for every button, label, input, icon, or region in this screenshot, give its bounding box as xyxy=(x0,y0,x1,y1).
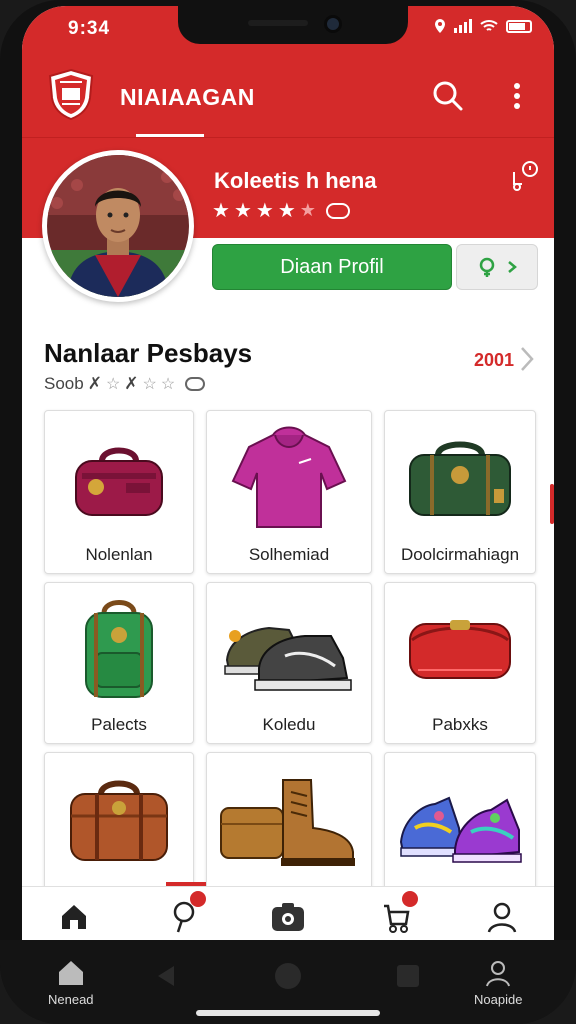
bottom-nav xyxy=(22,886,554,946)
product-label: Koledu xyxy=(262,715,316,734)
star-outline-icon: ☆ xyxy=(160,376,176,393)
system-home[interactable]: Nenead xyxy=(48,958,94,1007)
app-bar: NIAIAAGAN xyxy=(22,56,554,138)
star-filled-icon: ★ xyxy=(277,200,296,222)
duffel-bag-icon xyxy=(75,447,163,516)
star-filled-icon: ★ xyxy=(212,200,230,222)
profile-secondary-button[interactable] xyxy=(456,244,538,290)
star-outline-icon: ☆ xyxy=(105,376,121,393)
product-label: Pabxks xyxy=(432,715,488,734)
person-icon xyxy=(486,961,511,987)
verified-badge-icon xyxy=(325,202,350,219)
status-bar: 9:34 xyxy=(22,6,554,56)
product-card[interactable] xyxy=(44,752,194,892)
nav-profile[interactable] xyxy=(482,895,522,939)
section-subtitle: Soob ✗ ☆ ✗ ☆ ☆ xyxy=(44,374,206,394)
speaker-grille xyxy=(248,20,308,26)
product-card[interactable]: Koledu xyxy=(206,582,372,744)
profile-primary-button[interactable]: Diaan Profil xyxy=(212,244,452,290)
star-outline-icon: ★ xyxy=(299,200,316,220)
camera-notch xyxy=(178,6,408,44)
status-time: 9:34 xyxy=(68,18,111,39)
product-card[interactable]: Palects xyxy=(44,582,194,744)
camera-icon xyxy=(272,903,304,931)
phone-frame: 9:34 NIAIAAGAN Koleetis h hena ★ ★ ★ ★ ★… xyxy=(0,0,576,1024)
key-search-icon xyxy=(479,257,495,277)
product-card[interactable] xyxy=(384,752,536,892)
status-icons xyxy=(434,18,532,34)
avatar[interactable] xyxy=(42,150,194,302)
player-portrait xyxy=(47,155,189,297)
nav-home[interactable] xyxy=(54,895,94,939)
product-card[interactable]: Solhemiad xyxy=(206,410,372,574)
badge-icon xyxy=(185,377,206,391)
hoodie-icon xyxy=(231,426,347,528)
x-icon: ✗ xyxy=(124,374,139,393)
home-circle-icon[interactable] xyxy=(274,962,302,990)
recents-square-icon[interactable] xyxy=(396,964,420,988)
search-icon[interactable] xyxy=(430,78,466,114)
section-subtitle-text: Soob xyxy=(44,374,84,393)
chevron-right-icon[interactable] xyxy=(518,344,536,374)
cart-badge xyxy=(402,891,418,907)
system-profile-label: Noapide xyxy=(474,992,523,1007)
star-filled-icon: ★ xyxy=(233,200,252,222)
active-tab-underline xyxy=(136,134,204,137)
star-filled-icon: ★ xyxy=(255,200,274,222)
system-navigation-bar: Nenead Noapide xyxy=(0,940,576,1024)
app-screen: 9:34 NIAIAAGAN Koleetis h hena ★ ★ ★ ★ ★… xyxy=(22,6,554,1018)
club-crest-icon[interactable] xyxy=(46,68,96,120)
nav-notifications[interactable] xyxy=(164,891,206,939)
nav-cart[interactable] xyxy=(376,891,418,939)
product-card[interactable]: Pabxks xyxy=(384,582,536,744)
travel-bag-icon xyxy=(409,441,511,516)
star-outline-icon: ☆ xyxy=(142,376,157,393)
chevron-right-icon xyxy=(508,261,517,273)
home-icon xyxy=(62,905,86,929)
product-label: Solhemiad xyxy=(248,545,330,564)
backpack-icon xyxy=(85,600,153,698)
signal-icon xyxy=(454,19,472,33)
product-card[interactable]: Nolenlan xyxy=(44,410,194,574)
more-vertical-icon[interactable] xyxy=(502,78,532,114)
product-card[interactable] xyxy=(206,752,372,892)
person-icon xyxy=(487,902,517,933)
front-camera-icon xyxy=(324,15,342,33)
sneakers-icon xyxy=(224,626,352,691)
back-triangle-icon[interactable] xyxy=(156,964,176,988)
section-count[interactable]: 2001 xyxy=(474,350,514,371)
wifi-icon xyxy=(480,20,498,31)
x-icon: ✗ xyxy=(87,374,102,393)
colorful-sneakers-icon xyxy=(399,796,522,863)
pouch-bag-icon xyxy=(409,620,511,679)
product-label: Doolcirmahiagn xyxy=(400,545,520,564)
satchel-icon xyxy=(70,780,168,861)
app-title: NIAIAAGAN xyxy=(120,84,255,110)
battery-icon xyxy=(506,19,532,33)
nav-camera[interactable] xyxy=(268,895,308,939)
home-icon xyxy=(58,961,83,985)
product-label: Palects xyxy=(91,715,147,734)
section-title: Nanlaar Pesbays xyxy=(44,338,253,368)
product-label: Nolenlan xyxy=(85,545,153,564)
location-icon xyxy=(435,19,445,33)
notification-badge xyxy=(190,891,206,907)
boots-icon xyxy=(220,779,355,866)
profile-name: Koleetis h hena xyxy=(214,168,377,193)
system-home-label: Nenead xyxy=(48,992,94,1007)
profile-rating: ★ ★ ★ ★ ★ xyxy=(212,198,350,223)
home-gesture-pill[interactable] xyxy=(196,1010,380,1016)
product-card[interactable]: Doolcirmahiagn xyxy=(384,410,536,574)
system-profile[interactable]: Noapide xyxy=(474,958,522,1007)
notification-settings-icon[interactable] xyxy=(508,158,542,192)
scroll-indicator xyxy=(550,484,554,524)
